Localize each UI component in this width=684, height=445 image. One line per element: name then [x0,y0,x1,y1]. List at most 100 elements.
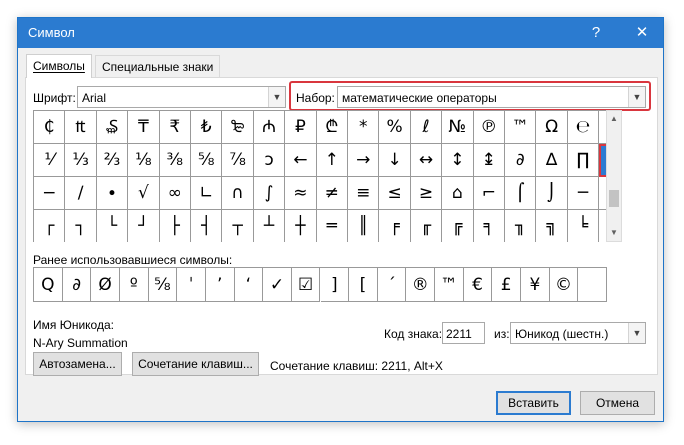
recent-symbol-cell[interactable]: ] [320,268,350,302]
symbol-cell[interactable]: ™ [505,111,537,144]
symbol-cell[interactable]: ↕ [442,144,474,177]
symbol-cell[interactable]: ┴ [254,210,286,242]
symbol-cell[interactable]: ₵ [34,111,66,144]
symbol-cell[interactable]: − [34,177,66,210]
symbol-cell[interactable]: │ [599,177,606,210]
symbol-cell[interactable]: ₾ [316,111,348,144]
char-code-input[interactable]: 2211 [442,322,485,344]
symbol-cell[interactable]: ╕ [474,210,505,242]
chevron-down-icon[interactable]: ▼ [628,323,645,343]
symbol-cell[interactable]: ₻ [222,111,254,144]
symbol-cell[interactable]: ∟ [191,177,223,210]
recent-symbol-cell[interactable]: ✓ [263,268,292,302]
symbol-cell[interactable]: ↄ [253,144,286,177]
tab-symbols[interactable]: Символы [26,54,92,78]
symbol-cell[interactable]: ≥ [410,177,443,210]
symbol-cell[interactable]: ∆ [536,144,568,177]
symbol-cell[interactable]: ₹ [159,111,191,144]
symbol-cell[interactable]: ₶ [65,111,97,144]
symbol-cell[interactable]: ∩ [222,177,254,210]
subset-select[interactable]: математические операторы ▼ [337,86,646,108]
symbol-cell[interactable]: ║ [348,210,380,242]
recent-symbol-cell[interactable]: © [549,268,579,302]
recent-symbol-cell[interactable]: £ [492,268,522,302]
recent-symbol-cell[interactable] [578,268,607,302]
insert-button[interactable]: Вставить [496,391,571,415]
symbol-cell[interactable]: ∕ [65,177,97,210]
recent-symbol-cell[interactable]: Ԛ [34,268,63,302]
symbol-cell[interactable]: ℮ [567,111,600,144]
symbol-cell[interactable]: ℗ [473,111,505,144]
recent-symbol-cell[interactable]: ‘ [234,268,264,302]
symbol-cell[interactable]: ← [285,144,317,177]
shortcut-key-button[interactable]: Сочетание клавиш... [132,352,259,376]
symbol-cell[interactable]: № [442,111,474,144]
recent-symbol-cell[interactable]: ⅝ [148,268,178,302]
symbol-cell[interactable]: ═ [317,210,348,242]
symbol-cell[interactable]: ⅜ [159,144,191,177]
symbol-cell[interactable]: ∏ [567,144,600,177]
symbol-grid-scrollbar[interactable]: ▲ ▼ [606,110,622,242]
symbol-cell[interactable]: ⌠ [505,177,537,210]
chevron-down-icon[interactable]: ▼ [628,87,645,107]
symbol-cell[interactable]: ⅔ [96,144,129,177]
symbol-cell[interactable]: ┤ [191,210,223,242]
symbol-cell[interactable]: ┌ [34,210,66,242]
symbol-cell[interactable]: ≤ [379,177,411,210]
symbol-cell[interactable]: ≠ [316,177,348,210]
symbol-cell[interactable]: ≈ [285,177,317,210]
symbol-cell[interactable]: ╘ [568,210,600,242]
symbol-cell[interactable]: ⌡ [536,177,568,210]
symbol-cell[interactable]: ─ [567,177,600,210]
recent-symbol-cell[interactable]: ® [406,268,436,302]
symbol-cell[interactable]: ↑ [316,144,348,177]
symbol-cell[interactable]: ⌐ [473,177,505,210]
cancel-button[interactable]: Отмена [580,391,655,415]
symbol-cell[interactable]: ⅞ [222,144,254,177]
symbol-cell[interactable]: ∑ [599,144,606,177]
font-select[interactable]: Arial ▼ [77,86,286,108]
recent-symbol-cell[interactable]: ∂ [62,268,92,302]
symbol-cell[interactable]: ⅟ [34,144,66,177]
recent-symbol-cell[interactable]: € [463,268,493,302]
symbol-cell[interactable]: ┼ [285,210,317,242]
recent-symbol-cell[interactable]: ’ [205,268,235,302]
symbol-cell[interactable]: ₼ [253,111,286,144]
symbol-cell[interactable]: ∂ [505,144,537,177]
symbol-cell[interactable]: → [348,144,380,177]
tab-special-characters[interactable]: Специальные знаки [95,55,221,77]
recent-symbol-cell[interactable]: ¥ [521,268,550,302]
symbol-cell[interactable]: ₽ [285,111,317,144]
recent-symbol-cell[interactable]: ™ [435,268,464,302]
symbol-cell[interactable]: └ [97,210,129,242]
symbol-cell[interactable]: ╖ [505,210,537,242]
symbol-cell[interactable]: ╔ [442,210,474,242]
symbol-cell[interactable]: % [379,111,411,144]
symbol-cell[interactable]: ₺ [191,111,223,144]
recent-symbol-cell[interactable]: ˈ [177,268,206,302]
symbol-cell[interactable]: ↔ [410,144,443,177]
symbol-cell[interactable]: ₸ [128,111,160,144]
symbol-cell[interactable]: ├ [160,210,191,242]
symbol-cell[interactable]: ↓ [379,144,411,177]
symbol-cell[interactable]: ┐ [65,210,97,242]
from-select[interactable]: Юникод (шестн.) ▼ [510,322,646,344]
symbol-cell[interactable]: ℓ [410,111,443,144]
symbol-cell[interactable]: ╒ [379,210,411,242]
symbol-cell[interactable]: ∙ [96,177,129,210]
symbol-cell[interactable]: * [348,111,380,144]
symbol-cell[interactable]: Ω [536,111,568,144]
symbol-cell[interactable]: ┘ [128,210,160,242]
close-button[interactable]: ✕ [630,22,654,44]
symbol-cell[interactable]: ⌂ [442,177,474,210]
scroll-thumb[interactable] [609,190,619,207]
recent-symbol-cell[interactable]: Ø [91,268,120,302]
recent-symbol-cell[interactable]: ☑ [291,268,321,302]
symbol-cell[interactable]: ↨ [473,144,505,177]
symbol-cell[interactable]: ⅛ [128,144,160,177]
autocorrect-button[interactable]: Автозамена... [33,352,122,376]
recent-symbol-cell[interactable]: ´ [377,268,407,302]
symbol-cell[interactable]: ∞ [159,177,191,210]
symbol-cell[interactable]: ╙ [599,210,606,242]
symbol-cell[interactable]: ╓ [411,210,443,242]
